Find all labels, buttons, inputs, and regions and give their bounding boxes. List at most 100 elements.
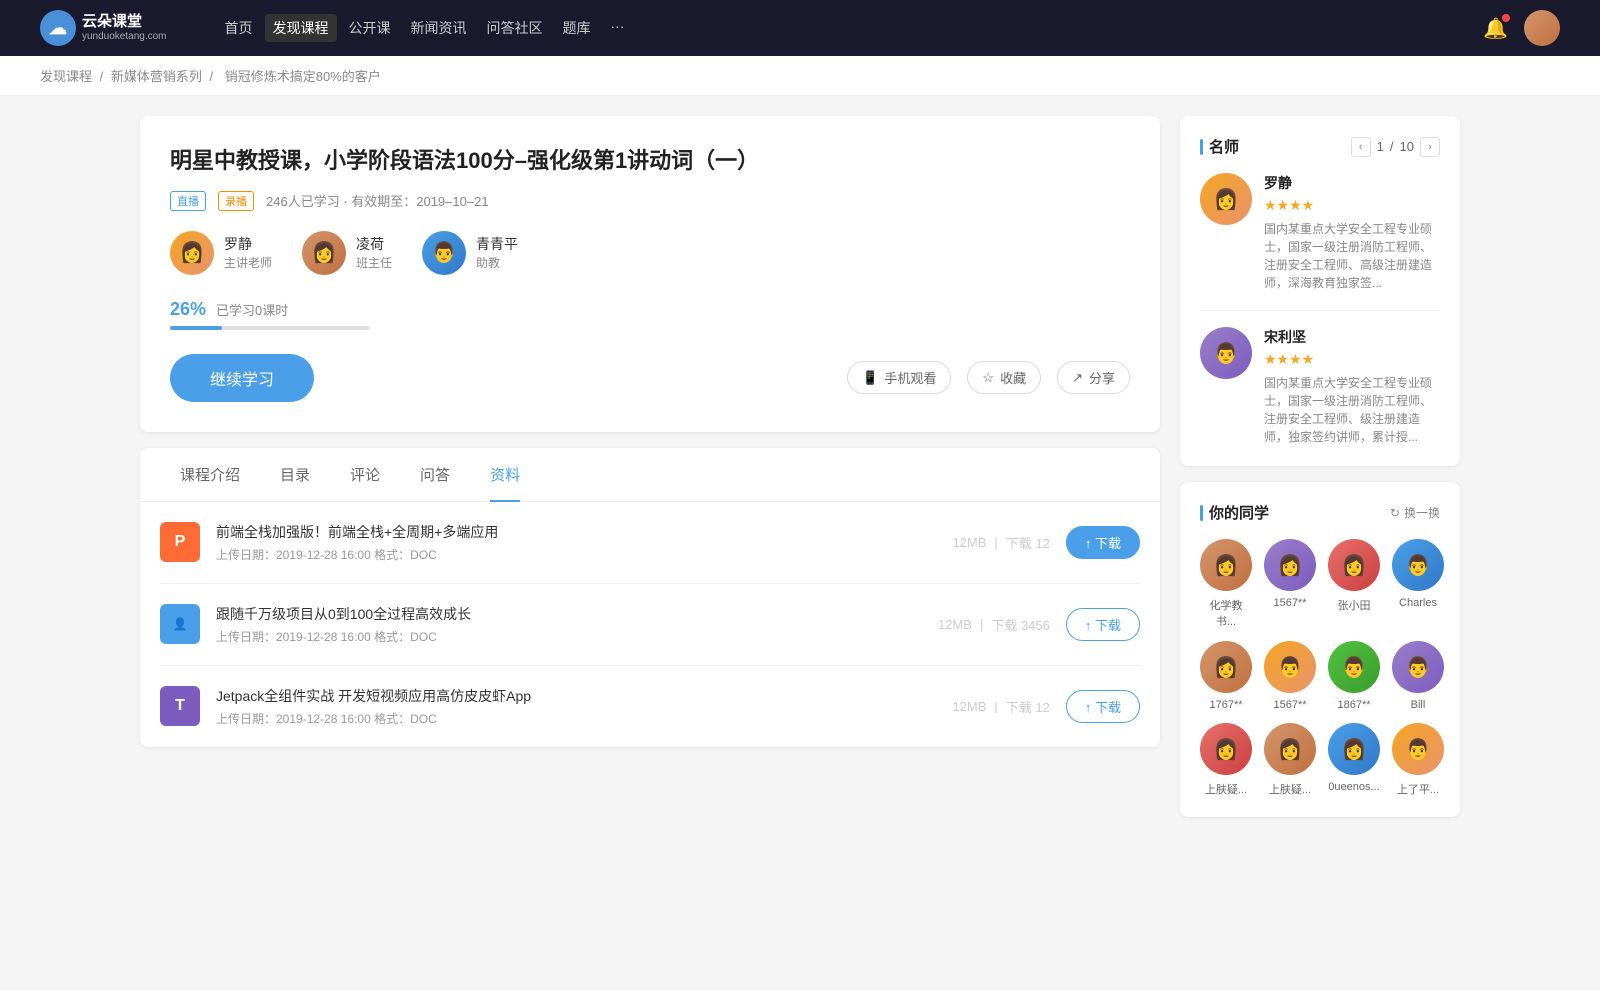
nav-more[interactable]: ··· — [603, 14, 633, 42]
tag-live: 直播 — [170, 191, 206, 211]
nav-qa[interactable]: 问答社区 — [479, 14, 551, 42]
teacher-body-0: 罗静 ★★★★ 国内某重点大学安全工程专业硕士，国家一级注册消防工程师、注册安全… — [1264, 173, 1440, 292]
classmate-avatar-3[interactable]: 👨 — [1392, 539, 1444, 591]
file-icon-1: 👤 — [160, 604, 200, 644]
file-stats-0: 12MB | 下载 12 — [952, 533, 1049, 552]
next-page-button[interactable]: › — [1420, 137, 1440, 157]
download-button-2[interactable]: ↑ 下载 — [1066, 690, 1140, 723]
page-current: 1 — [1377, 139, 1384, 154]
file-item: 👤 跟随千万级项目从0到100全过程高效成长 上传日期：2019-12-28 1… — [160, 584, 1140, 666]
file-name-2: Jetpack全组件实战 开发短视频应用高仿皮皮虾App — [216, 686, 936, 706]
classmate-avatar-10[interactable]: 👩 — [1328, 723, 1380, 775]
classmate-item: 👨 1867** — [1328, 641, 1380, 711]
classmate-name-1: 1567** — [1273, 597, 1306, 609]
classmate-avatar-7[interactable]: 👨 — [1392, 641, 1444, 693]
classmate-grid: 👩 化学教书... 👩 1567** 👩 张小田 👨 Charles 👩 — [1200, 539, 1440, 797]
nav-open[interactable]: 公开课 — [341, 14, 399, 42]
tab-qa[interactable]: 问答 — [400, 448, 470, 501]
left-panel: 明星中教授课，小学阶段语法100分–强化级第1讲动词（一） 直播 录播 246人… — [140, 116, 1160, 833]
nav: 首页 发现课程 公开课 新闻资讯 问答社区 题库 ··· — [217, 14, 633, 42]
bell-dot — [1502, 14, 1510, 22]
tab-catalog[interactable]: 目录 — [260, 448, 330, 501]
classmate-avatar-2[interactable]: 👩 — [1328, 539, 1380, 591]
classmate-avatar-5[interactable]: 👨 — [1264, 641, 1316, 693]
file-info-2: Jetpack全组件实战 开发短视频应用高仿皮皮虾App 上传日期：2019-1… — [216, 686, 936, 727]
teachers-card: 名师 ‹ 1 / 10 › 👩 罗静 ★★★★ 国内某重点大学安全工程专业硕士，… — [1180, 116, 1460, 466]
logo-text: 云朵课堂 yunduoketang.com — [82, 13, 167, 43]
mobile-watch-button[interactable]: 📱 手机观看 — [847, 361, 951, 394]
instructor-avatar-0: 👩 — [170, 231, 214, 275]
teacher-avatar-1: 👨 — [1200, 327, 1252, 379]
user-avatar[interactable] — [1524, 10, 1560, 46]
classmate-avatar-4[interactable]: 👩 — [1200, 641, 1252, 693]
course-meta: 直播 录播 246人已学习 · 有效期至：2019–10–21 — [170, 191, 1130, 211]
instructor-role-0: 主讲老师 — [224, 254, 272, 271]
tab-resources[interactable]: 资料 — [470, 448, 540, 501]
collect-button[interactable]: ☆ 收藏 — [967, 361, 1041, 394]
classmate-avatar-0[interactable]: 👩 — [1200, 539, 1252, 591]
page-total: 10 — [1400, 139, 1414, 154]
classmate-name-5: 1567** — [1273, 699, 1306, 711]
nav-news[interactable]: 新闻资讯 — [403, 14, 475, 42]
prev-page-button[interactable]: ‹ — [1351, 137, 1371, 157]
classmate-avatar-8[interactable]: 👩 — [1200, 723, 1252, 775]
teacher-item-1: 👨 宋利坚 ★★★★ 国内某重点大学安全工程专业硕士，国家一级注册消防工程师、注… — [1200, 327, 1440, 446]
tag-record: 录播 — [218, 191, 254, 211]
refresh-icon: ↻ — [1390, 506, 1400, 520]
share-button[interactable]: ↗ 分享 — [1057, 361, 1130, 394]
classmate-avatar-6[interactable]: 👨 — [1328, 641, 1380, 693]
header: ☁ 云朵课堂 yunduoketang.com 首页 发现课程 公开课 新闻资讯… — [0, 0, 1600, 56]
action-buttons: 📱 手机观看 ☆ 收藏 ↗ 分享 — [847, 361, 1130, 394]
tab-intro[interactable]: 课程介绍 — [160, 448, 260, 501]
nav-discover[interactable]: 发现课程 — [265, 14, 337, 42]
classmate-avatar-11[interactable]: 👨 — [1392, 723, 1444, 775]
file-meta-0: 上传日期：2019-12-28 16:00 格式：DOC — [216, 546, 936, 563]
classmate-avatar-9[interactable]: 👩 — [1264, 723, 1316, 775]
breadcrumb-current: 销冠修炼术搞定80%的客户 — [225, 69, 381, 84]
teachers-card-header: 名师 ‹ 1 / 10 › — [1200, 136, 1440, 157]
nav-exam[interactable]: 题库 — [555, 14, 599, 42]
file-info-0: 前端全栈加强版！前端全栈+全周期+多端应用 上传日期：2019-12-28 16… — [216, 522, 936, 563]
bell-icon[interactable]: 🔔 — [1483, 16, 1508, 41]
breadcrumb-link-2[interactable]: 新媒体营销系列 — [111, 69, 202, 84]
mobile-icon: 📱 — [862, 370, 878, 386]
classmate-item: 👩 1767** — [1200, 641, 1252, 711]
logo[interactable]: ☁ 云朵课堂 yunduoketang.com — [40, 10, 167, 46]
tab-review[interactable]: 评论 — [330, 448, 400, 501]
course-card: 明星中教授课，小学阶段语法100分–强化级第1讲动词（一） 直播 录播 246人… — [140, 116, 1160, 432]
breadcrumb-link-1[interactable]: 发现课程 — [40, 69, 92, 84]
classmate-name-4: 1767** — [1209, 699, 1242, 711]
classmate-item: 👩 0ueenos... — [1328, 723, 1380, 797]
teachers-pagination: ‹ 1 / 10 › — [1351, 137, 1440, 157]
classmate-name-7: Bill — [1411, 699, 1426, 711]
teachers-title: 名师 — [1200, 136, 1239, 157]
classmates-card: 你的同学 ↻ 换一换 👩 化学教书... 👩 1567** 👩 张小田 — [1180, 482, 1460, 817]
file-icon-2: T — [160, 686, 200, 726]
classmate-avatar-1[interactable]: 👩 — [1264, 539, 1316, 591]
download-button-1[interactable]: ↑ 下载 — [1066, 608, 1140, 641]
classmates-title: 你的同学 — [1200, 502, 1269, 523]
teacher-avatar-0: 👩 — [1200, 173, 1252, 225]
instructor-avatar-1: 👩 — [302, 231, 346, 275]
refresh-button[interactable]: ↻ 换一换 — [1390, 504, 1440, 521]
instructors: 👩 罗静 主讲老师 👩 凌荷 班主任 — [170, 231, 1130, 275]
file-info-1: 跟随千万级项目从0到100全过程高效成长 上传日期：2019-12-28 16:… — [216, 604, 922, 645]
tabs-card: 课程介绍 目录 评论 问答 资料 P 前端全栈加强版！前端全栈+全周期+多端应用… — [140, 448, 1160, 747]
share-icon: ↗ — [1072, 370, 1083, 386]
instructor-2: 👨 青青平 助教 — [422, 231, 518, 275]
action-row: 继续学习 📱 手机观看 ☆ 收藏 ↗ 分享 — [170, 354, 1130, 402]
star-icon: ☆ — [982, 370, 994, 386]
classmate-name-0: 化学教书... — [1200, 597, 1252, 629]
breadcrumb: 发现课程 / 新媒体营销系列 / 销冠修炼术搞定80%的客户 — [0, 56, 1600, 96]
instructor-role-2: 助教 — [476, 254, 518, 271]
main-container: 明星中教授课，小学阶段语法100分–强化级第1讲动词（一） 直播 录播 246人… — [100, 116, 1500, 833]
classmate-name-3: Charles — [1399, 597, 1437, 609]
teacher-name-0: 罗静 — [1264, 173, 1440, 193]
download-button-0[interactable]: ↑ 下载 — [1066, 526, 1140, 559]
instructor-1: 👩 凌荷 班主任 — [302, 231, 392, 275]
progress-bar-fill — [170, 326, 222, 330]
teacher-item-0: 👩 罗静 ★★★★ 国内某重点大学安全工程专业硕士，国家一级注册消防工程师、注册… — [1200, 173, 1440, 292]
right-panel: 名师 ‹ 1 / 10 › 👩 罗静 ★★★★ 国内某重点大学安全工程专业硕士，… — [1180, 116, 1460, 833]
continue-button[interactable]: 继续学习 — [170, 354, 314, 402]
nav-home[interactable]: 首页 — [217, 14, 261, 42]
